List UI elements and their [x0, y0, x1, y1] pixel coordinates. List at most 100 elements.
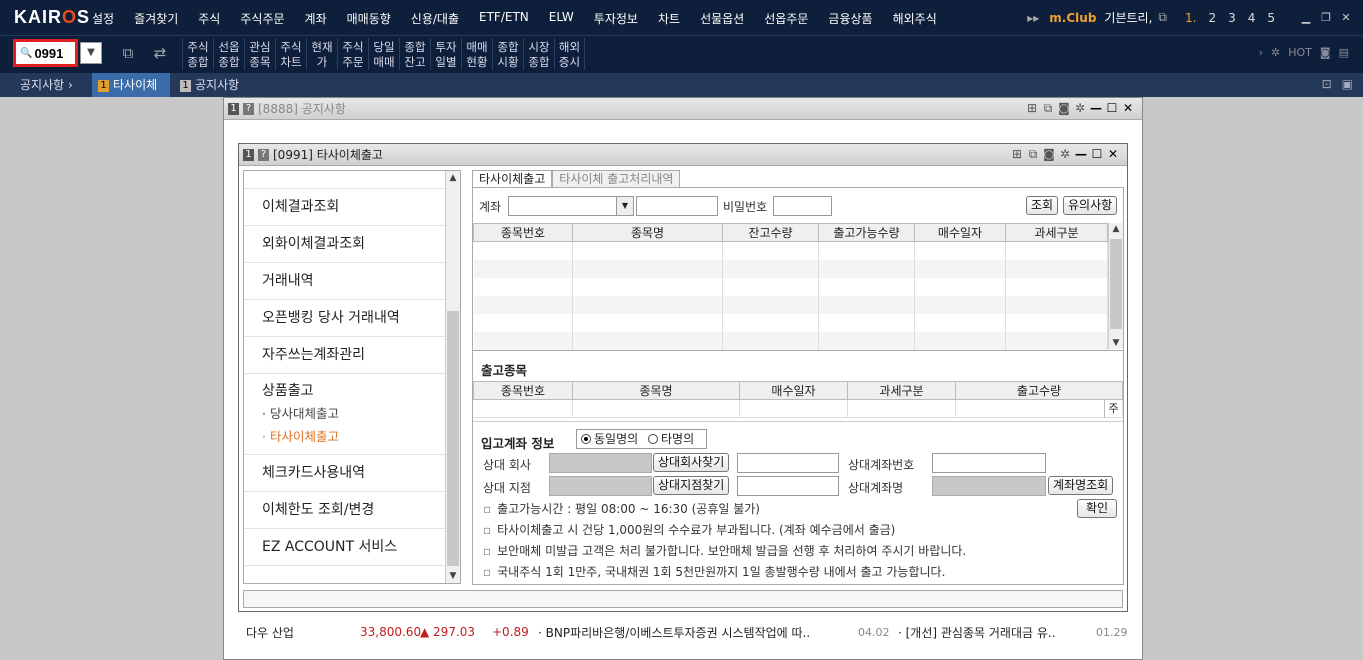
col-stock-name[interactable]: 종목명 [572, 223, 723, 242]
table-row[interactable] [473, 331, 1108, 350]
news-item[interactable]: · [개선] 관심종목 거래대금 유.. [898, 624, 1056, 641]
maximize-icon[interactable]: ☐ [1104, 101, 1120, 116]
gear-icon[interactable]: ✲ [1072, 101, 1088, 116]
chevron-up-icon[interactable]: ▲ [1109, 224, 1123, 234]
nav-item-checkcard[interactable]: 체크카드사용내역 [244, 455, 460, 492]
link-icon[interactable]: ⊞ [1024, 101, 1040, 116]
screen-tab-5[interactable]: 5 [1267, 11, 1275, 25]
company-detail-field[interactable] [737, 453, 839, 473]
side-menu-scrollbar[interactable]: ▲ ▼ [445, 171, 460, 583]
table-row[interactable] [473, 241, 1108, 260]
chevron-up-icon[interactable]: ▲ [446, 173, 460, 183]
camera-icon[interactable]: ◙ [1056, 101, 1072, 116]
mclub-link[interactable]: m.Club [1049, 11, 1096, 25]
menu-item-financial-products[interactable]: 금융상품 [828, 10, 872, 27]
table-row[interactable] [473, 313, 1108, 332]
table-row[interactable] [473, 295, 1108, 314]
inquiry-button[interactable]: 조회 [1026, 196, 1059, 215]
col-balance-qty[interactable]: 잔고수량 [722, 223, 819, 242]
tool-futures-overview[interactable]: 선옵 종합 [213, 38, 244, 70]
table-row[interactable] [473, 277, 1108, 296]
help-icon[interactable]: ? [243, 102, 254, 115]
close-icon[interactable]: ✕ [1120, 101, 1136, 116]
col-tax-type[interactable]: 과세구분 [1005, 223, 1108, 242]
password-field[interactable] [773, 196, 832, 216]
tool-watchlist[interactable]: 관심 종목 [244, 38, 275, 70]
col-out-qty[interactable]: 출고수량 [955, 381, 1123, 400]
col-available-qty[interactable]: 출고가능수량 [818, 223, 915, 242]
tool-overseas-market[interactable]: 해외 증시 [554, 38, 585, 70]
col-stock-name[interactable]: 종목명 [572, 381, 740, 400]
chevron-right-icon[interactable]: › [1259, 46, 1263, 59]
camera-icon[interactable]: ◙ [1041, 147, 1057, 162]
col-buy-date[interactable]: 매수일자 [914, 223, 1006, 242]
tool-total-balance[interactable]: 종합 잔고 [399, 38, 430, 70]
menu-item-elw[interactable]: ELW [549, 10, 574, 27]
kairos-logo[interactable]: KAIROS [14, 7, 90, 28]
link-icon[interactable]: ⊞ [1009, 147, 1025, 162]
tab-transfer-history[interactable]: 타사이체 출고처리내역 [552, 170, 681, 187]
radio-other-name[interactable]: 타명의 [648, 432, 694, 446]
nav-item-frequent-accounts[interactable]: 자주쓰는계좌관리 [244, 337, 460, 374]
branch-detail-field[interactable] [737, 476, 839, 496]
tool-market-summary[interactable]: 시장 종합 [523, 38, 554, 70]
menu-item-trading-trend[interactable]: 매매동향 [347, 10, 391, 27]
nav-item-transactions[interactable]: 거래내역 [244, 263, 460, 300]
tool-stock-chart[interactable]: 주식 차트 [275, 38, 306, 70]
camera-icon[interactable]: ◙ [1320, 46, 1331, 59]
counter-account-number-field[interactable] [932, 453, 1046, 473]
window-list-icon[interactable]: ▣ [1342, 77, 1353, 91]
tab-notice[interactable]: 1 공지사항 [174, 73, 245, 97]
table-row[interactable] [473, 259, 1108, 278]
col-stock-code[interactable]: 종목번호 [473, 223, 573, 242]
screen-tab-3[interactable]: 3 [1228, 11, 1236, 25]
minimize-icon[interactable]: — [1088, 101, 1104, 116]
menu-item-account[interactable]: 계좌 [305, 10, 327, 27]
transfer-window-titlebar[interactable]: 1 ? [0991] 타사이체출고 ⊞ ⧉ ◙ ✲ — ☐ ✕ [239, 144, 1127, 166]
maximize-icon[interactable]: ☐ [1089, 147, 1105, 162]
news-item[interactable]: · BNP파리바은행/이베스트투자증권 시스템작업에 따.. [538, 624, 810, 641]
chevron-down-icon[interactable]: ▼ [446, 571, 460, 581]
find-company-button[interactable]: 상대회사찾기 [653, 453, 730, 472]
copy-window-icon[interactable]: ⧉ [118, 44, 138, 64]
tile-icon[interactable]: ⊡ [1322, 77, 1332, 91]
col-stock-code[interactable]: 종목번호 [473, 381, 573, 400]
gear-icon[interactable]: ✲ [1271, 46, 1280, 59]
confirm-button[interactable]: 확인 [1077, 499, 1117, 518]
menu-item-investment-info[interactable]: 투자정보 [594, 10, 638, 27]
screen-tab-2[interactable]: 2 [1208, 11, 1216, 25]
chevron-down-icon[interactable]: ▼ [1109, 338, 1123, 348]
menu-item-favorites[interactable]: 즐겨찾기 [134, 10, 178, 27]
col-tax-type[interactable]: 과세구분 [847, 381, 956, 400]
nav-sub-other-transfer[interactable]: · 타사이체출고 [244, 425, 460, 448]
close-icon[interactable]: ✕ [1339, 11, 1353, 24]
tool-current-price[interactable]: 현재 가 [306, 38, 337, 70]
screen-number-input[interactable] [34, 45, 75, 61]
nav-item-fx-transfer-result[interactable]: 외화이체결과조회 [244, 226, 460, 263]
tab-other-transfer-out[interactable]: 타사이체출고 [472, 170, 553, 187]
gear-icon[interactable]: ✲ [1057, 147, 1073, 162]
holdings-scrollbar[interactable]: ▲ ▼ [1108, 223, 1123, 349]
scroll-thumb[interactable] [447, 311, 459, 566]
tool-market-overview[interactable]: 종합 시황 [492, 38, 523, 70]
tool-daily-trades[interactable]: 당일 매매 [368, 38, 399, 70]
menu-item-settings[interactable]: 설정 [92, 10, 114, 27]
table-row[interactable]: 주 [473, 399, 1123, 418]
col-buy-date[interactable]: 매수일자 [739, 381, 848, 400]
menu-item-etf-etn[interactable]: ETF/ETN [479, 10, 529, 27]
chevron-down-icon[interactable]: ▼ [80, 42, 102, 64]
menu-item-stock-order[interactable]: 주식주문 [240, 10, 284, 27]
tab-other-transfer[interactable]: 1 타사이체 [92, 73, 170, 97]
nav-item-ez-account[interactable]: EZ ACCOUNT 서비스 [244, 529, 460, 566]
minimize-icon[interactable]: ▁ [1299, 11, 1313, 24]
menu-item-chart[interactable]: 차트 [658, 10, 680, 27]
print-icon[interactable]: ▤ [1339, 46, 1349, 59]
hot-icon[interactable]: HOT [1288, 46, 1312, 59]
restore-icon[interactable]: ❐ [1319, 11, 1333, 24]
copy-icon[interactable]: ⧉ [1025, 147, 1041, 162]
breadcrumb[interactable]: 공지사항 › [14, 73, 79, 97]
account-select[interactable]: ▼ [508, 196, 634, 216]
popout-icon[interactable]: ⧉ [1158, 10, 1167, 25]
menu-item-overseas-stock[interactable]: 해외주식 [893, 10, 937, 27]
tool-stock-overview[interactable]: 주식 종합 [182, 38, 213, 70]
